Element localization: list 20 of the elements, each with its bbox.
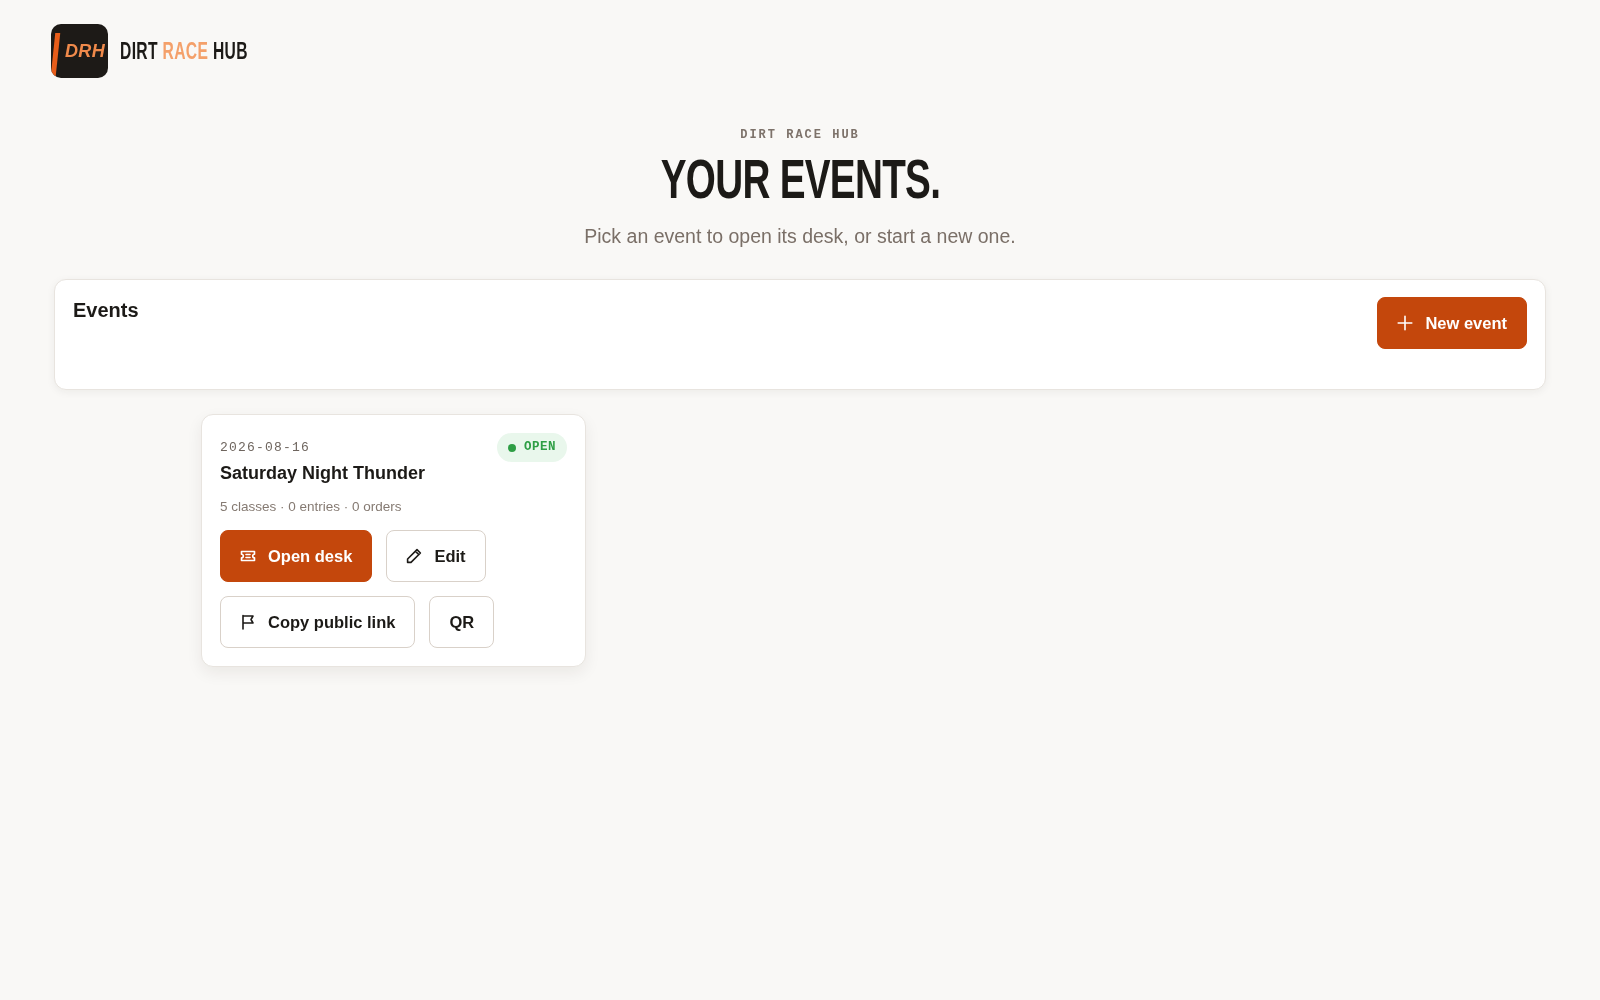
event-date: 2026-08-16: [220, 440, 311, 456]
status-text: OPEN: [524, 439, 556, 457]
edit-button[interactable]: Edit: [386, 530, 486, 582]
event-name: Saturday Night Thunder: [220, 462, 425, 484]
plus-icon: [1397, 315, 1414, 331]
qr-button[interactable]: QR: [429, 596, 495, 648]
eyebrow-text: DIRT RACE HUB: [739, 127, 861, 143]
pencil-icon: [406, 548, 423, 564]
open-desk-button[interactable]: Open desk: [220, 530, 373, 582]
copy-link-button[interactable]: Copy public link: [220, 596, 416, 648]
new-event-button[interactable]: New event: [1377, 297, 1527, 349]
status-dot-icon: [508, 443, 516, 452]
panel-title: Events: [73, 298, 139, 322]
ticket-icon: [240, 548, 256, 564]
event-summary: 5 classes · 0 entries · 0 orders: [220, 498, 403, 516]
app-logo: DRH: [51, 24, 108, 78]
page-subtitle: Pick an event to open its desk, or start a new one.: [583, 224, 1017, 248]
page-title: YOUR EVENTS.: [660, 151, 940, 207]
flag-icon: [240, 614, 256, 630]
brand-name: DIRT RACE HUB: [120, 36, 248, 66]
